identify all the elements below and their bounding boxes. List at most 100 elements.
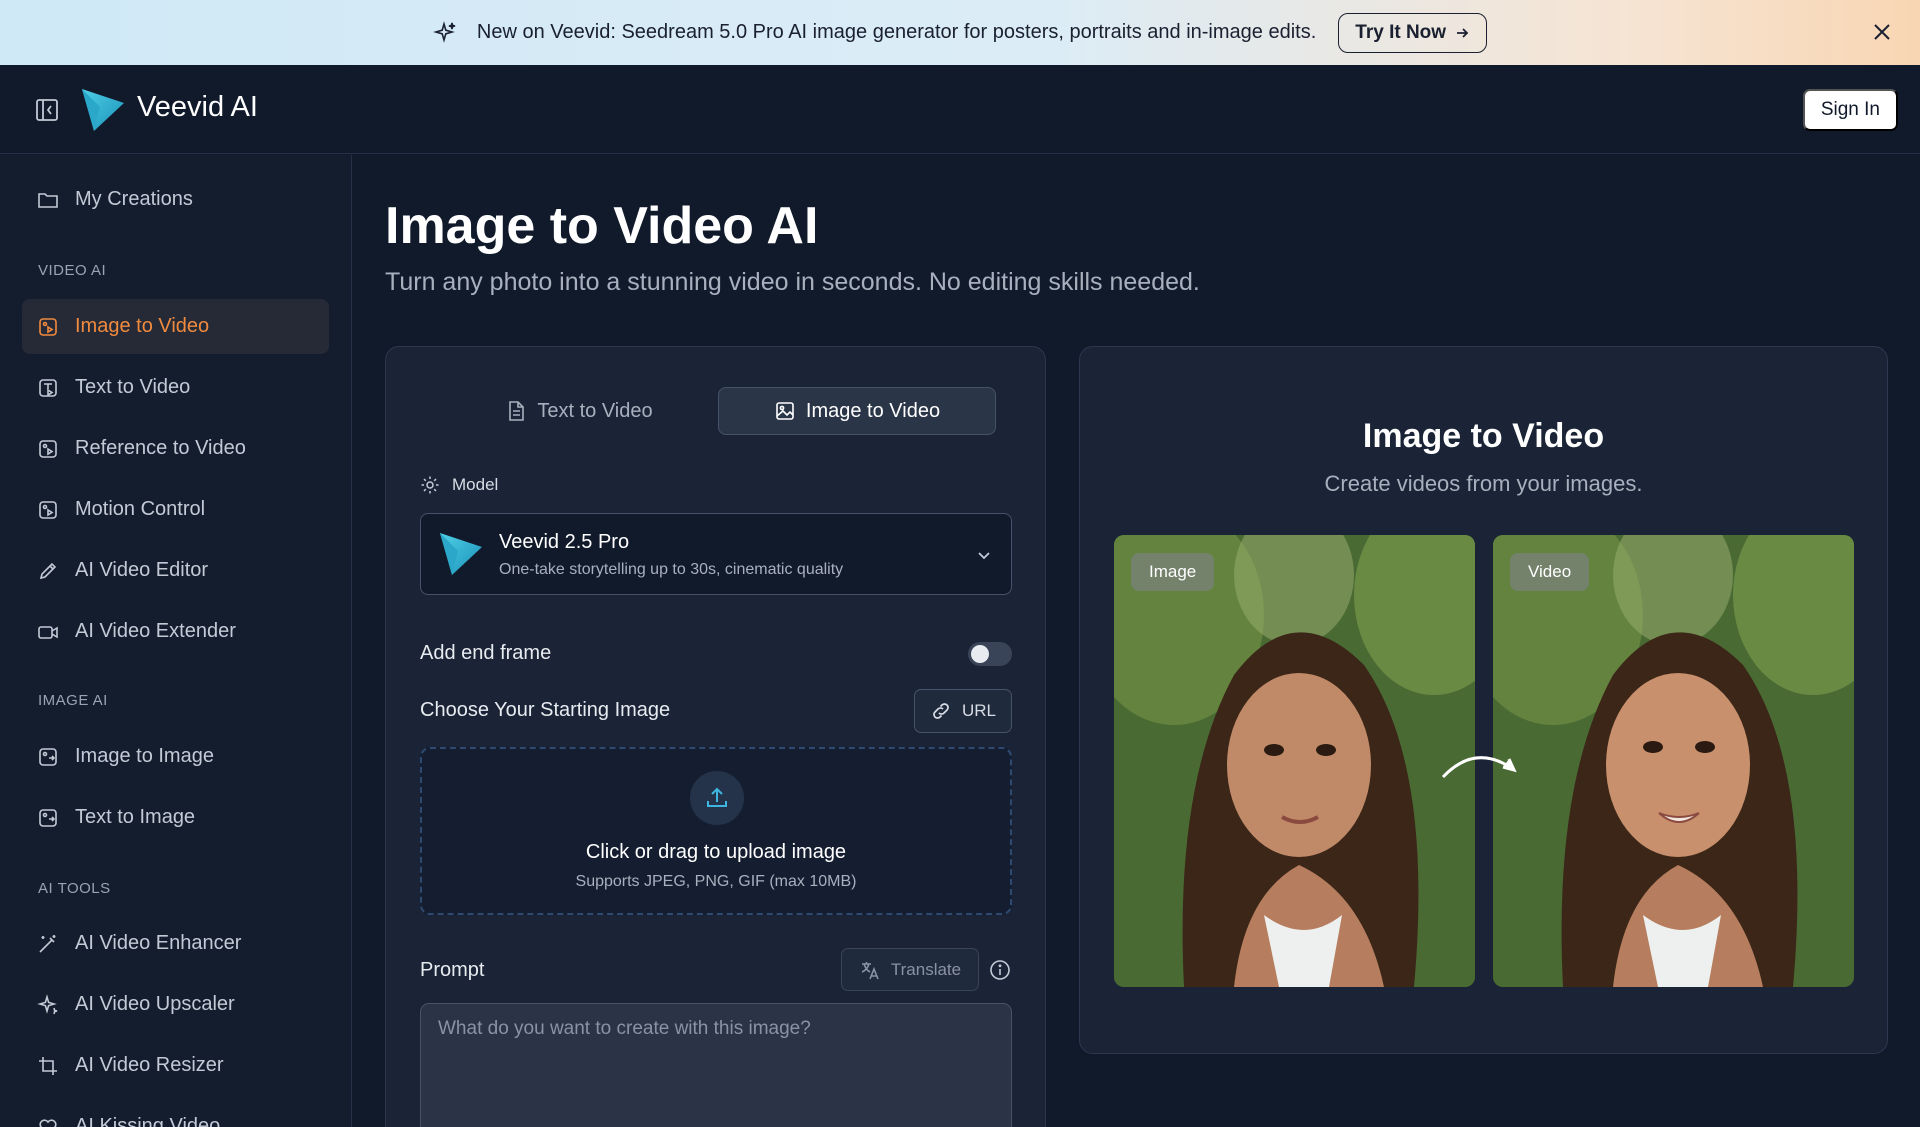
sidebar-item-label: Image to Image — [75, 745, 214, 767]
try-it-now-label: Try It Now — [1355, 21, 1447, 43]
image-upload-dropzone[interactable]: Click or drag to upload image Supports J… — [420, 747, 1012, 915]
section-video-ai: VIDEO AI — [38, 262, 107, 279]
sidebar: My Creations VIDEO AI Image to Video Tex… — [0, 155, 352, 1127]
tab-label: Image to Video — [805, 399, 941, 422]
tab-image-to-video[interactable]: Image to Video — [718, 387, 996, 435]
toggle-knob — [971, 645, 989, 663]
arrow-right-icon — [1457, 27, 1469, 38]
motion-control-icon — [39, 500, 57, 519]
sidebar-collapse-icon[interactable] — [34, 97, 60, 123]
model-name: Veevid 2.5 Pro — [499, 531, 630, 553]
image-to-image-icon — [39, 747, 57, 766]
image-icon — [776, 402, 794, 420]
crop-icon — [39, 1056, 57, 1075]
sidebar-item-my-creations[interactable]: My Creations — [22, 172, 329, 227]
text-video-icon — [39, 378, 57, 397]
sidebar-item-image-to-image[interactable]: Image to Image — [22, 729, 329, 784]
brand-name[interactable]: Veevid AI — [137, 91, 258, 124]
translate-icon — [861, 961, 879, 979]
model-select[interactable]: Veevid 2.5 Pro One-take storytelling up … — [420, 513, 1012, 595]
video-camera-icon — [38, 625, 58, 639]
text-to-image-icon — [39, 808, 57, 827]
tab-label: Text to Video — [537, 399, 653, 422]
sparkle-icon — [433, 20, 456, 43]
link-icon — [933, 703, 949, 719]
starting-image-label: Choose Your Starting Image — [420, 699, 671, 721]
top-header: Veevid AI Sign In — [0, 65, 1920, 154]
sidebar-item-label: Motion Control — [75, 498, 206, 520]
pencil-icon — [39, 562, 57, 579]
portrait-image — [1114, 535, 1475, 987]
section-ai-tools: AI TOOLS — [38, 880, 111, 897]
try-it-now-button[interactable]: Try It Now — [1338, 12, 1488, 53]
sign-in-button[interactable]: Sign In — [1802, 89, 1898, 131]
sidebar-item-label: AI Video Editor — [75, 559, 209, 581]
image-badge: Image — [1131, 553, 1215, 591]
sidebar-item-ai-kissing-video[interactable]: AI Kissing Video — [22, 1099, 329, 1127]
page-subtitle: Turn any photo into a stunning video in … — [385, 268, 1200, 296]
sidebar-item-text-to-image[interactable]: Text to Image — [22, 790, 329, 845]
close-icon[interactable] — [1870, 20, 1894, 44]
section-image-ai: IMAGE AI — [38, 692, 108, 709]
example-image: Image — [1114, 535, 1475, 987]
info-icon[interactable] — [989, 959, 1011, 981]
video-badge: Video — [1510, 553, 1590, 591]
document-icon — [509, 401, 525, 421]
banner-text: New on Veevid: Seedream 5.0 Pro AI image… — [476, 21, 1317, 43]
example-video: Video — [1493, 535, 1854, 987]
model-label-row: Model — [420, 475, 498, 495]
preview-panel: Image to Video Create videos from your i… — [1079, 346, 1888, 1054]
sidebar-item-label: AI Video Extender — [75, 620, 236, 642]
sidebar-item-label: Image to Video — [75, 315, 210, 337]
portrait-video-frame — [1493, 535, 1854, 987]
heart-icon — [39, 1118, 57, 1127]
page-title: Image to Video AI — [385, 197, 819, 255]
sparkle-icon — [37, 993, 58, 1014]
sidebar-item-ai-video-enhancer[interactable]: AI Video Enhancer — [22, 916, 329, 971]
sidebar-item-text-to-video[interactable]: Text to Video — [22, 360, 329, 415]
upload-hint: Supports JPEG, PNG, GIF (max 10MB) — [575, 873, 857, 890]
sidebar-item-label: AI Video Upscaler — [75, 993, 235, 1015]
url-button[interactable]: URL — [914, 689, 1012, 733]
upload-icon — [707, 787, 727, 807]
sidebar-item-label: Text to Image — [75, 806, 196, 828]
announcement-banner: New on Veevid: Seedream 5.0 Pro AI image… — [0, 0, 1920, 65]
sidebar-item-label: AI Kissing Video — [75, 1115, 221, 1127]
sidebar-item-label: AI Video Resizer — [75, 1054, 224, 1076]
folder-icon — [38, 192, 58, 208]
veevid-logo — [440, 533, 482, 575]
prompt-label: Prompt — [420, 959, 485, 981]
magic-wand-icon — [39, 934, 56, 953]
prompt-input[interactable] — [420, 1003, 1012, 1127]
gear-icon — [421, 476, 439, 494]
end-frame-label: Add end frame — [420, 642, 552, 664]
upload-icon-wrap — [690, 771, 744, 825]
reference-video-icon — [39, 439, 57, 458]
preview-subtitle: Create videos from your images. — [1324, 471, 1643, 496]
sidebar-item-image-to-video[interactable]: Image to Video — [22, 299, 329, 354]
upload-title: Click or drag to upload image — [585, 841, 847, 863]
sidebar-item-label: My Creations — [75, 188, 193, 210]
preview-title: Image to Video — [1362, 417, 1605, 455]
url-button-label: URL — [961, 701, 996, 720]
model-label: Model — [452, 475, 499, 494]
veevid-logo[interactable] — [80, 87, 126, 133]
translate-label: Translate — [890, 959, 962, 979]
sidebar-item-motion-control[interactable]: Motion Control — [22, 482, 329, 537]
sidebar-item-label: AI Video Enhancer — [75, 932, 242, 954]
translate-button[interactable]: Translate — [841, 948, 979, 991]
tab-text-to-video[interactable]: Text to Video — [440, 387, 718, 435]
chevron-down-icon — [978, 552, 990, 560]
curved-arrow-icon — [1441, 756, 1517, 779]
sidebar-item-ai-video-resizer[interactable]: AI Video Resizer — [22, 1038, 329, 1093]
sidebar-item-ai-video-editor[interactable]: AI Video Editor — [22, 543, 329, 598]
end-frame-toggle[interactable] — [968, 642, 1012, 666]
sidebar-item-reference-to-video[interactable]: Reference to Video — [22, 421, 329, 476]
sidebar-item-label: Text to Video — [75, 376, 191, 398]
image-video-icon — [39, 317, 57, 336]
model-description: One-take storytelling up to 30s, cinemat… — [499, 561, 844, 578]
sidebar-item-ai-video-upscaler[interactable]: AI Video Upscaler — [22, 977, 329, 1032]
sidebar-item-label: Reference to Video — [75, 437, 246, 459]
generator-form-panel: Text to Video Image to Video Model Veevi… — [385, 346, 1046, 1127]
sidebar-item-ai-video-extender[interactable]: AI Video Extender — [22, 604, 329, 659]
